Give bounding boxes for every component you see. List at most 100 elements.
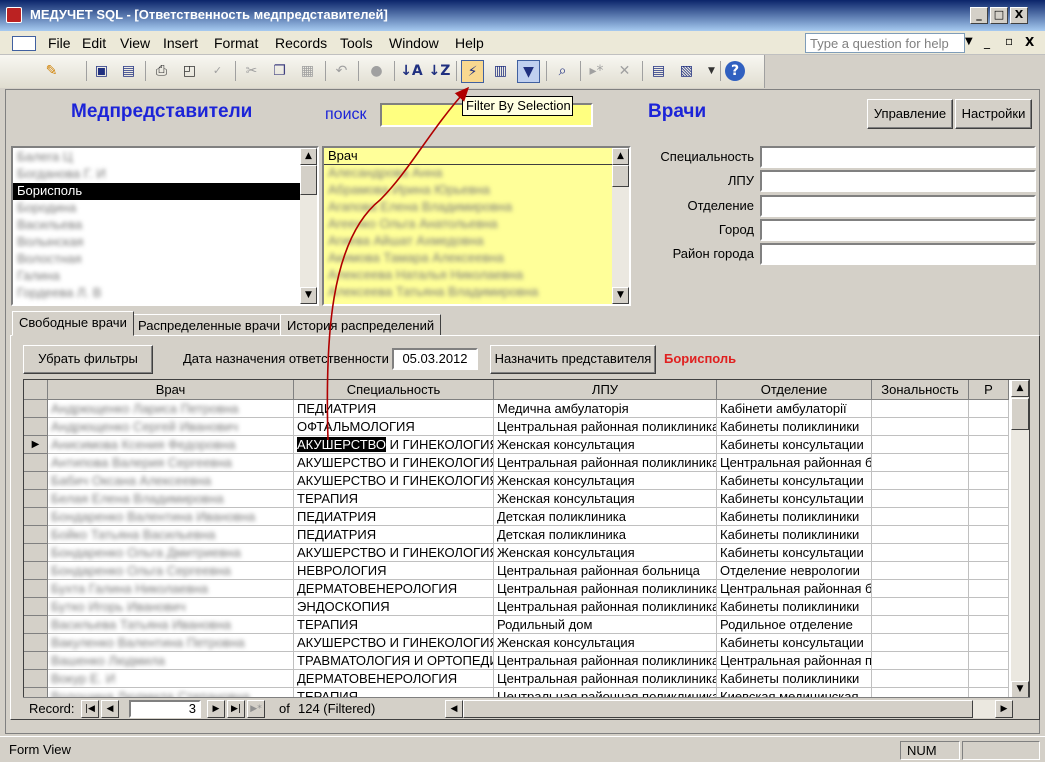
table-row[interactable]: Белая Елена Владимировна ТЕРАПИЯ Женская к…: [24, 490, 1009, 508]
copy-icon[interactable]: ❐: [268, 60, 291, 83]
first-record-icon[interactable]: |◀: [81, 700, 99, 718]
scroll-left-icon[interactable]: ◀: [445, 700, 463, 718]
help-search-input[interactable]: Type a question for help: [805, 33, 965, 53]
row-selector[interactable]: [24, 418, 48, 436]
doctors-listbox[interactable]: Врач Алесандрова Анна Абрамова Ирина Юрье…: [322, 146, 631, 306]
prev-record-icon[interactable]: ◀: [101, 700, 119, 718]
table-cell[interactable]: Кабинеты консультации: [717, 634, 872, 652]
table-cell[interactable]: [872, 670, 969, 688]
scroll-thumb[interactable]: [300, 165, 317, 195]
menu-window[interactable]: Window: [389, 35, 439, 51]
field-input[interactable]: [760, 170, 1036, 192]
table-cell[interactable]: Вашенко Людмила: [48, 652, 294, 670]
table-cell[interactable]: [872, 472, 969, 490]
remove-filters-button[interactable]: Убрать фильтры: [23, 345, 153, 374]
table-cell[interactable]: Кабинеты консультации: [717, 436, 872, 454]
column-header[interactable]: Специальность: [294, 380, 494, 400]
row-selector[interactable]: [24, 652, 48, 670]
row-selector[interactable]: [24, 634, 48, 652]
table-cell[interactable]: [872, 652, 969, 670]
table-cell[interactable]: Вакуленко Валентина Петровна: [48, 634, 294, 652]
column-header[interactable]: Р: [969, 380, 1009, 400]
table-cell[interactable]: Женская консультация: [494, 472, 717, 490]
rep-list-item[interactable]: Волостная: [13, 251, 300, 268]
table-row[interactable]: Вакуленко Валентина Петровна АКУШЕРСТВО И…: [24, 634, 1009, 652]
grid-vscroll[interactable]: ▲ ▼: [1011, 380, 1029, 698]
rep-list-item[interactable]: Богданова Г. И: [13, 166, 300, 183]
table-cell[interactable]: Женская консультация: [494, 490, 717, 508]
menu-records[interactable]: Records: [275, 35, 327, 51]
tab-free-doctors[interactable]: Свободные врачи: [12, 311, 134, 336]
column-header[interactable]: Отделение: [717, 380, 872, 400]
table-cell[interactable]: Центральная районная б: [717, 454, 872, 472]
table-cell[interactable]: Центральная районная поликлиника: [494, 580, 717, 598]
minimize-button[interactable]: _: [970, 7, 988, 24]
column-header[interactable]: Зональность: [872, 380, 969, 400]
row-selector[interactable]: [24, 508, 48, 526]
date-input[interactable]: 05.03.2012: [392, 348, 478, 370]
table-row[interactable]: Вашенко Людмила ТРАВМАТОЛОГИЯ И ОРТОПЕДИЯ…: [24, 652, 1009, 670]
table-cell[interactable]: [969, 472, 1009, 490]
scroll-thumb[interactable]: [612, 165, 629, 187]
menu-view[interactable]: View: [120, 35, 150, 51]
scroll-thumb[interactable]: [1011, 398, 1029, 430]
table-cell[interactable]: Кабінети амбулаторії: [717, 400, 872, 418]
scroll-up-icon[interactable]: ▲: [1011, 380, 1029, 397]
table-cell[interactable]: [872, 598, 969, 616]
scroll-down-icon[interactable]: ▼: [300, 287, 317, 304]
settings-button[interactable]: Настройки: [955, 99, 1032, 129]
rep-list-item[interactable]: Бородина: [13, 200, 300, 217]
tab-assignment-history[interactable]: История распределений: [280, 314, 442, 336]
table-cell[interactable]: [872, 544, 969, 562]
table-cell[interactable]: [969, 634, 1009, 652]
save-icon[interactable]: ▣: [90, 60, 113, 83]
table-cell[interactable]: Андрющенко Сергей Иванович: [48, 418, 294, 436]
table-cell[interactable]: ЭНДОСКОПИЯ: [294, 598, 494, 616]
table-cell[interactable]: [969, 544, 1009, 562]
table-cell[interactable]: Вокур Е. И: [48, 670, 294, 688]
table-cell[interactable]: Родильный дом: [494, 616, 717, 634]
doctor-list-item[interactable]: Акимова Тамара Алексеевна: [324, 250, 629, 267]
table-row[interactable]: Бойко Татьяна Васильевна ПЕДИАТРИЯ Детская…: [24, 526, 1009, 544]
table-cell[interactable]: [969, 670, 1009, 688]
column-header[interactable]: Врач: [48, 380, 294, 400]
field-input[interactable]: [760, 146, 1036, 168]
table-cell[interactable]: Андрющенко Лариса Петровна: [48, 400, 294, 418]
scroll-up-icon[interactable]: ▲: [300, 148, 317, 165]
row-selector[interactable]: [24, 490, 48, 508]
row-selector[interactable]: [24, 580, 48, 598]
table-cell[interactable]: [969, 490, 1009, 508]
table-cell[interactable]: Детская поликлиника: [494, 508, 717, 526]
table-cell[interactable]: АКУШЕРСТВО И ГИНЕКОЛОГИЯ: [294, 472, 494, 490]
doctors-datasheet[interactable]: Врач Специальность ЛПУ Отделение Зональность…: [23, 379, 1030, 716]
access-app-icon[interactable]: [6, 7, 22, 23]
table-cell[interactable]: Бойко Татьяна Васильевна: [48, 526, 294, 544]
table-cell[interactable]: [872, 490, 969, 508]
table-cell[interactable]: [969, 436, 1009, 454]
view-icon[interactable]: ✎: [40, 60, 63, 83]
table-cell[interactable]: Женская консультация: [494, 544, 717, 562]
help-dropdown-icon[interactable]: ▼: [965, 36, 973, 47]
scroll-right-icon[interactable]: ▶: [995, 700, 1013, 718]
table-cell[interactable]: [969, 418, 1009, 436]
filter-by-selection-icon[interactable]: ⚡: [461, 60, 484, 83]
table-cell[interactable]: [969, 580, 1009, 598]
table-cell[interactable]: [969, 454, 1009, 472]
manage-button[interactable]: Управление: [867, 99, 953, 129]
spelling-icon[interactable]: ✓: [206, 60, 229, 83]
filter-by-form-icon[interactable]: ▥: [489, 60, 512, 83]
field-input[interactable]: [760, 243, 1036, 265]
table-cell[interactable]: ТЕРАПИЯ: [294, 616, 494, 634]
table-cell[interactable]: НЕВРОЛОГИЯ: [294, 562, 494, 580]
doc-minimize-button[interactable]: _: [984, 35, 990, 49]
table-cell[interactable]: Антипова Валерия Сергеевна: [48, 454, 294, 472]
table-cell[interactable]: ДЕРМАТОВЕНЕРОЛОГИЯ: [294, 670, 494, 688]
rep-list-item[interactable]: Волынская: [13, 234, 300, 251]
table-cell[interactable]: Отделение неврологии: [717, 562, 872, 580]
reps-scrollbar[interactable]: ▲ ▼: [300, 148, 317, 304]
table-cell[interactable]: ПЕДИАТРИЯ: [294, 508, 494, 526]
table-row[interactable]: Васильева Татьяна Ивановна ТЕРАПИЯ Родильн…: [24, 616, 1009, 634]
table-cell[interactable]: Бондаренко Ольга Сергеевна: [48, 562, 294, 580]
table-row[interactable]: ▶ Анисимова Ксения Федоровна АКУШЕРСТВО И …: [24, 436, 1009, 454]
table-cell[interactable]: Детская поликлиника: [494, 526, 717, 544]
